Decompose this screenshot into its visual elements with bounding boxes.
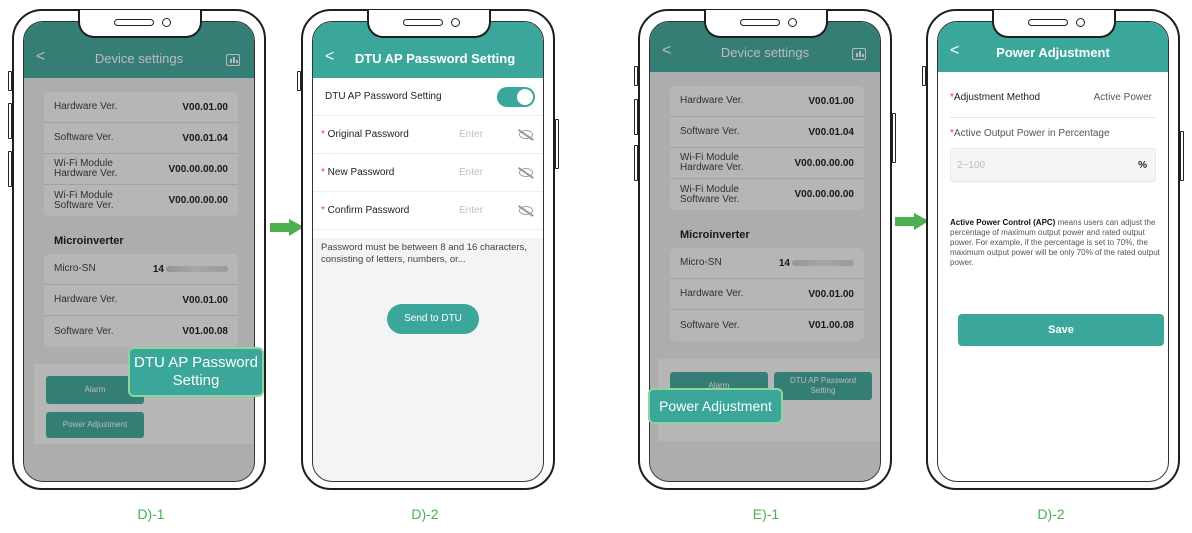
info-row: Hardware Ver. V00.01.00 <box>670 86 864 117</box>
percentage-input[interactable]: 2~100 % <box>950 148 1156 182</box>
field-placeholder: Enter <box>459 167 483 178</box>
page-title: Device settings <box>720 45 810 60</box>
caption-d2: D)-2 <box>411 506 439 522</box>
phone-d1: < Device settings Hardware Ver. V00.01.00… <box>8 9 266 490</box>
toggle-row: DTU AP Password Setting <box>313 78 543 116</box>
phone-side-button <box>634 66 638 86</box>
section-title: Microinverter <box>680 229 750 241</box>
eye-off-icon[interactable] <box>519 168 533 177</box>
chart-icon[interactable] <box>852 48 866 60</box>
section-title: Microinverter <box>54 235 124 247</box>
toggle-label: DTU AP Password Setting <box>325 91 442 102</box>
blurred-serial <box>792 259 854 266</box>
page-title: Power Adjustment <box>996 45 1110 60</box>
phone-side-button <box>634 99 638 135</box>
power-adjustment-button[interactable]: Power Adjustment <box>46 412 144 438</box>
phone-side-button <box>8 151 12 187</box>
adjustment-method-row[interactable]: *Adjustment Method Active Power <box>950 84 1156 118</box>
phone-side-button <box>8 71 12 91</box>
phone-side-button <box>634 145 638 181</box>
phone-d2: < DTU AP Password Setting DTU AP Passwor… <box>297 9 559 490</box>
info-row: Wi-Fi Module Software Ver. V00.00.00.00 <box>54 189 228 211</box>
phone-notch <box>367 10 491 38</box>
phone-notch <box>78 10 202 38</box>
callout-power-adjustment[interactable]: Power Adjustment <box>648 388 783 424</box>
chart-icon[interactable] <box>226 54 240 66</box>
info-row: Micro-SN 14 <box>44 254 238 285</box>
info-row: Wi-Fi Module Hardware Ver. V00.00.00.00 <box>670 148 864 179</box>
adjustment-method-label: Adjustment Method <box>953 92 1041 103</box>
arrow-right-icon <box>270 219 304 236</box>
phone-side-button <box>892 113 896 163</box>
micro-info-card: Micro-SN 14 Hardware Ver. V00.01.00 Softwa… <box>44 254 238 347</box>
info-row: Hardware Ver. V00.01.00 <box>44 92 238 123</box>
caption-e1: E)-1 <box>752 506 780 522</box>
phone-side-button <box>555 119 559 169</box>
phone-side-button <box>8 103 12 139</box>
input-placeholder: 2~100 <box>957 160 986 171</box>
info-row: Software Ver. V00.01.04 <box>44 123 238 154</box>
new-password-field[interactable]: * New Password Enter <box>313 154 543 192</box>
info-row: Software Ver. V01.00.08 <box>680 319 854 331</box>
eye-off-icon[interactable] <box>519 206 533 215</box>
confirm-password-field[interactable]: * Confirm Password Enter <box>313 192 543 230</box>
phone-side-button <box>1180 131 1184 181</box>
callout-dtu-ap-password-setting[interactable]: DTU AP Password Setting <box>128 347 264 397</box>
dtu-info-card: Hardware Ver. V00.01.00 Software Ver. V00.… <box>44 92 238 216</box>
form-panel: DTU AP Password Setting * Original Passw… <box>313 78 543 238</box>
original-password-field[interactable]: * Original Password Enter <box>313 116 543 154</box>
arrow-right-icon <box>895 213 929 230</box>
unit-label: % <box>1138 160 1147 171</box>
field-placeholder: Enter <box>459 205 483 216</box>
screen: < Device settings Hardware Ver. V00.01.00… <box>23 21 255 482</box>
field-placeholder: Enter <box>459 129 483 140</box>
phone-notch <box>704 10 828 38</box>
apc-description: Active Power Control (APC) means users c… <box>950 218 1160 267</box>
screen: < Power Adjustment *Adjustment Method Ac… <box>937 21 1169 482</box>
info-row: Micro-SN 14 <box>670 248 864 279</box>
save-button[interactable]: Save <box>958 314 1164 346</box>
dtu-info-card: Hardware Ver. V00.01.00 Software Ver. V00.… <box>670 86 864 210</box>
output-percentage-label: Active Output Power in Percentage <box>953 128 1110 139</box>
screen: < DTU AP Password Setting DTU AP Passwor… <box>312 21 544 482</box>
info-row: Wi-Fi Module Hardware Ver. V00.00.00.00 <box>44 154 238 185</box>
info-row: Software Ver. V01.00.08 <box>54 325 228 337</box>
caption-d2b: D)-2 <box>1037 506 1065 522</box>
phone-notch <box>992 10 1116 38</box>
page-title: Device settings <box>94 51 184 66</box>
adjustment-method-value: Active Power <box>1093 92 1152 103</box>
page-title: DTU AP Password Setting <box>354 51 516 66</box>
info-row: Hardware Ver. V00.01.00 <box>44 285 238 316</box>
send-to-dtu-button[interactable]: Send to DTU <box>387 304 479 334</box>
dtu-ap-password-toggle[interactable] <box>497 86 535 107</box>
info-row: Wi-Fi Module Software Ver. V00.00.00.00 <box>680 183 854 205</box>
password-hint: Password must be between 8 and 16 charac… <box>321 242 527 265</box>
info-row: Software Ver. V00.01.04 <box>670 117 864 148</box>
micro-info-card: Micro-SN 14 Hardware Ver. V00.01.00 Softwa… <box>670 248 864 341</box>
eye-off-icon[interactable] <box>519 130 533 139</box>
dtu-ap-password-button[interactable]: DTU AP Password Setting <box>774 372 872 400</box>
phone-side-button <box>922 66 926 86</box>
caption-d1: D)-1 <box>137 506 165 522</box>
phone-d2b: < Power Adjustment *Adjustment Method Ac… <box>922 9 1184 490</box>
phone-side-button <box>297 71 301 91</box>
blurred-serial <box>166 265 228 272</box>
info-row: Hardware Ver. V00.01.00 <box>670 279 864 310</box>
